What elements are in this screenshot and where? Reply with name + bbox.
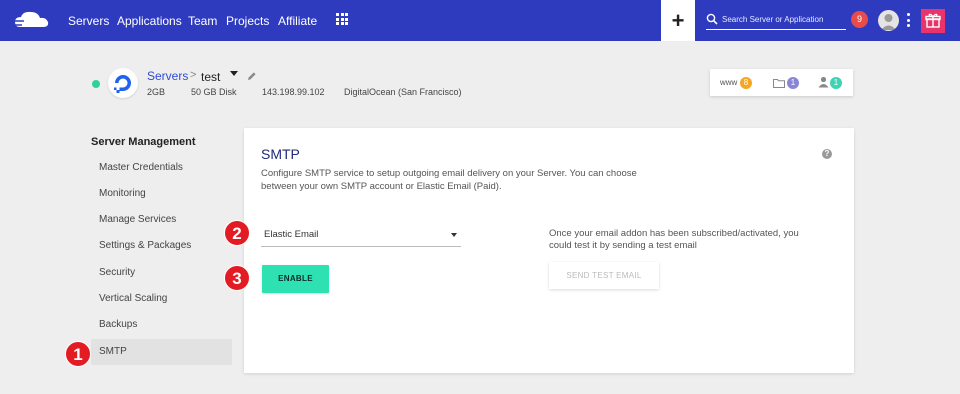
sidebar-item-label: Manage Services <box>99 214 177 225</box>
sidebar-item-master-credentials[interactable]: Master Credentials <box>91 155 232 181</box>
sidebar-item-label: Vertical Scaling <box>99 293 168 304</box>
gift-button[interactable] <box>921 9 945 33</box>
search-input[interactable] <box>722 11 846 27</box>
server-status-dot <box>92 80 100 88</box>
team-user-icon[interactable] <box>818 76 829 88</box>
digitalocean-logo <box>108 68 138 98</box>
sidebar-item-manage-services[interactable]: Manage Services <box>91 207 232 233</box>
send-test-email-button[interactable]: SEND TEST EMAIL <box>549 262 659 289</box>
digitalocean-icon <box>114 75 131 93</box>
test-email-note-line: Once your email addon has been subscribe… <box>549 228 799 239</box>
sidebar-item-label: Master Credentials <box>99 162 183 173</box>
enable-button[interactable]: ENABLE <box>262 265 329 293</box>
sidebar-item-label: Monitoring <box>99 188 146 199</box>
nav-applications[interactable]: Applications <box>117 14 182 28</box>
avatar[interactable] <box>878 10 899 31</box>
smtp-provider-value: Elastic Email <box>264 229 319 240</box>
sidebar-title: Server Management <box>91 136 196 148</box>
notification-badge[interactable]: 9 <box>851 11 868 28</box>
team-count-badge: 1 <box>830 77 842 89</box>
sidebar-item-backups[interactable]: Backups <box>91 312 232 338</box>
smtp-description-line: Configure SMTP service to setup outgoing… <box>261 168 637 179</box>
server-disk: 50 GB Disk <box>191 87 237 97</box>
gift-icon <box>925 13 941 28</box>
sidebar-item-settings-packages[interactable]: Settings & Packages <box>91 233 232 259</box>
server-counts-panel: www 8 1 1 <box>710 69 853 96</box>
user-avatar-icon <box>881 14 896 30</box>
folder-icon[interactable] <box>773 78 785 88</box>
sidebar-item-label: Backups <box>99 319 138 330</box>
smtp-provider-select[interactable]: Elastic Email <box>261 223 461 247</box>
test-email-note-line: could test it by sending a test email <box>549 240 697 251</box>
sidebar-item-label: Security <box>99 267 136 278</box>
apps-grid-icon[interactable] <box>336 13 348 25</box>
pencil-icon[interactable] <box>247 71 257 81</box>
sidebar-item-smtp[interactable]: SMTP <box>91 339 232 365</box>
step-marker-2: 2 <box>224 220 250 246</box>
www-label[interactable]: www <box>720 78 737 87</box>
server-ip: 143.198.99.102 <box>262 87 325 97</box>
smtp-description: Configure SMTP service to setup outgoing… <box>261 167 661 193</box>
smtp-description-line: between your own SMTP account or Elastic… <box>261 181 502 192</box>
server-ram: 2GB <box>147 87 166 97</box>
help-icon[interactable]: ? <box>822 149 832 159</box>
smtp-card: SMTP ? Configure SMTP service to setup o… <box>244 128 854 373</box>
server-name: test <box>201 70 221 84</box>
chevron-down-icon <box>451 233 457 237</box>
sidebar-item-vertical-scaling[interactable]: Vertical Scaling <box>91 286 232 312</box>
sidebar-item-security[interactable]: Security <box>91 260 232 286</box>
sidebar-item-label: Settings & Packages <box>99 240 192 251</box>
top-nav: Servers Applications Team Projects Affil… <box>0 0 960 41</box>
sidebar-item-monitoring[interactable]: Monitoring <box>91 181 232 207</box>
nav-servers[interactable]: Servers <box>68 14 109 28</box>
more-menu-icon[interactable] <box>907 13 910 27</box>
cloudways-logo[interactable] <box>12 9 56 33</box>
server-dropdown-icon[interactable] <box>230 71 238 76</box>
projects-count-badge: 1 <box>787 77 799 89</box>
test-email-note: Once your email addon has been subscribe… <box>549 228 819 252</box>
nav-projects[interactable]: Projects <box>226 14 269 28</box>
breadcrumb-servers[interactable]: Servers <box>147 69 188 83</box>
step-marker-3: 3 <box>224 265 250 291</box>
sidebar-item-label: SMTP <box>99 346 127 357</box>
search-icon <box>706 13 718 25</box>
search-box <box>706 10 846 30</box>
server-provider: DigitalOcean (San Francisco) <box>344 87 462 97</box>
nav-team[interactable]: Team <box>188 14 217 28</box>
add-button[interactable]: + <box>661 0 695 41</box>
nav-affiliate[interactable]: Affiliate <box>278 14 317 28</box>
step-marker-1: 1 <box>65 341 91 367</box>
page-title: SMTP <box>261 146 300 162</box>
breadcrumb-separator: > <box>190 69 197 81</box>
apps-count-badge: 8 <box>740 77 752 89</box>
